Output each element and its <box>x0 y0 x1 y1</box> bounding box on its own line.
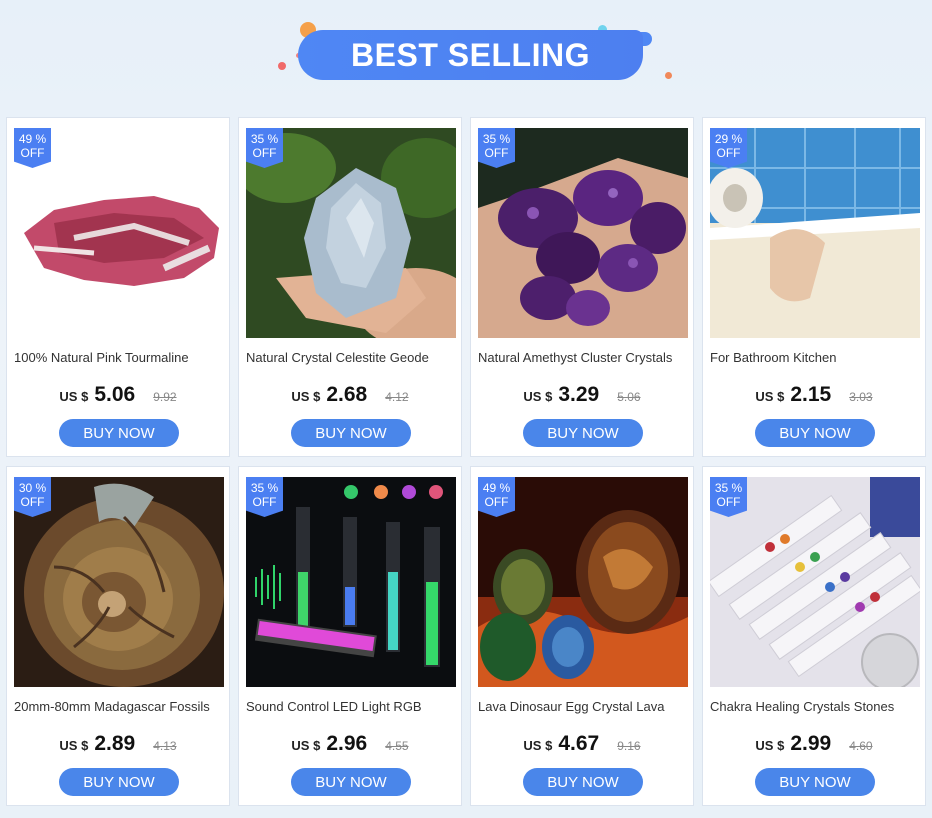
price-row: US $ 5.06 9.92 <box>7 383 229 407</box>
currency-label: US $ <box>291 389 321 404</box>
discount-off-label: OFF <box>716 146 741 160</box>
buy-now-button[interactable]: BUY NOW <box>59 768 179 796</box>
product-name[interactable]: Natural Crystal Celestite Geode <box>246 350 458 365</box>
current-price: 2.15 <box>790 383 832 406</box>
discount-percent: 35 % <box>250 132 279 146</box>
price-row: US $ 2.15 3.03 <box>703 383 925 407</box>
discount-percent: 35 % <box>714 481 743 495</box>
original-price: 4.55 <box>385 739 409 753</box>
current-price: 2.96 <box>326 732 368 755</box>
buy-now-button[interactable]: BUY NOW <box>523 419 643 447</box>
buy-now-button[interactable]: BUY NOW <box>291 419 411 447</box>
original-price: 4.60 <box>849 739 873 753</box>
product-card[interactable]: 35 % OFF Natural Crystal Celestite Geode… <box>238 117 462 457</box>
banner-title: BEST SELLING <box>351 37 590 73</box>
discount-badge: 35 % OFF <box>478 128 515 168</box>
original-price: 3.03 <box>849 390 873 404</box>
discount-badge: 35 % OFF <box>710 477 747 517</box>
buy-now-button[interactable]: BUY NOW <box>755 768 875 796</box>
price-row: US $ 4.67 9.16 <box>471 732 693 756</box>
currency-label: US $ <box>59 738 89 753</box>
currency-label: US $ <box>291 738 321 753</box>
original-price: 4.12 <box>385 390 409 404</box>
price-row: US $ 2.96 4.55 <box>239 732 461 756</box>
discount-off-label: OFF <box>716 495 741 509</box>
price-row: US $ 2.99 4.60 <box>703 732 925 756</box>
product-name[interactable]: Sound Control LED Light RGB <box>246 699 458 714</box>
currency-label: US $ <box>59 389 89 404</box>
product-card[interactable]: 29 % OFF For Bathroom Kitchen US $ 2.15 3.… <box>702 117 926 457</box>
product-card[interactable]: 49 % OFF Lava Dinosaur Egg Crystal Lava … <box>470 466 694 806</box>
current-price: 4.67 <box>558 732 600 755</box>
product-card[interactable]: 35 % OFF Natural Amethyst Cluster Crysta… <box>470 117 694 457</box>
discount-off-label: OFF <box>20 495 45 509</box>
currency-label: US $ <box>523 389 553 404</box>
current-price: 2.68 <box>326 383 368 406</box>
discount-percent: 29 % <box>714 132 743 146</box>
original-price: 5.06 <box>617 390 641 404</box>
product-card[interactable]: 30 % OFF 20mm-80mm Madagascar Fossils US… <box>6 466 230 806</box>
current-price: 5.06 <box>94 383 136 406</box>
discount-badge: 49 % OFF <box>14 128 51 168</box>
currency-label: US $ <box>755 738 785 753</box>
currency-label: US $ <box>755 389 785 404</box>
discount-percent: 30 % <box>18 481 47 495</box>
discount-off-label: OFF <box>20 146 45 160</box>
discount-off-label: OFF <box>252 495 277 509</box>
currency-label: US $ <box>523 738 553 753</box>
discount-badge: 35 % OFF <box>246 128 283 168</box>
product-name[interactable]: 20mm-80mm Madagascar Fossils <box>14 699 226 714</box>
discount-percent: 49 % <box>482 481 511 495</box>
discount-off-label: OFF <box>484 146 509 160</box>
discount-off-label: OFF <box>252 146 277 160</box>
product-card[interactable]: 49 % OFF 100% Natural Pink Tourmaline US… <box>6 117 230 457</box>
discount-badge: 35 % OFF <box>246 477 283 517</box>
buy-now-button[interactable]: BUY NOW <box>291 768 411 796</box>
product-card[interactable]: 35 % OFF Chakra Healing Crystals Stones … <box>702 466 926 806</box>
buy-now-button[interactable]: BUY NOW <box>523 768 643 796</box>
discount-badge: 29 % OFF <box>710 128 747 168</box>
current-price: 2.99 <box>790 732 832 755</box>
original-price: 9.16 <box>617 739 641 753</box>
decor-dot <box>278 62 286 70</box>
best-selling-header: BEST SELLING <box>0 0 932 110</box>
price-row: US $ 3.29 5.06 <box>471 383 693 407</box>
original-price: 9.92 <box>153 390 177 404</box>
price-row: US $ 2.89 4.13 <box>7 732 229 756</box>
best-selling-banner: BEST SELLING <box>298 30 643 80</box>
discount-percent: 35 % <box>482 132 511 146</box>
current-price: 2.89 <box>94 732 136 755</box>
original-price: 4.13 <box>153 739 177 753</box>
product-card[interactable]: 35 % OFF Sound Control LED Light RGB US … <box>238 466 462 806</box>
price-row: US $ 2.68 4.12 <box>239 383 461 407</box>
buy-now-button[interactable]: BUY NOW <box>59 419 179 447</box>
discount-percent: 35 % <box>250 481 279 495</box>
discount-percent: 49 % <box>18 132 47 146</box>
buy-now-button[interactable]: BUY NOW <box>755 419 875 447</box>
product-name[interactable]: For Bathroom Kitchen <box>710 350 922 365</box>
discount-off-label: OFF <box>484 495 509 509</box>
product-name[interactable]: Natural Amethyst Cluster Crystals <box>478 350 690 365</box>
product-name[interactable]: Lava Dinosaur Egg Crystal Lava <box>478 699 690 714</box>
product-name[interactable]: Chakra Healing Crystals Stones <box>710 699 922 714</box>
current-price: 3.29 <box>558 383 600 406</box>
decor-dot <box>665 72 672 79</box>
discount-badge: 49 % OFF <box>478 477 515 517</box>
discount-badge: 30 % OFF <box>14 477 51 517</box>
product-name[interactable]: 100% Natural Pink Tourmaline <box>14 350 226 365</box>
